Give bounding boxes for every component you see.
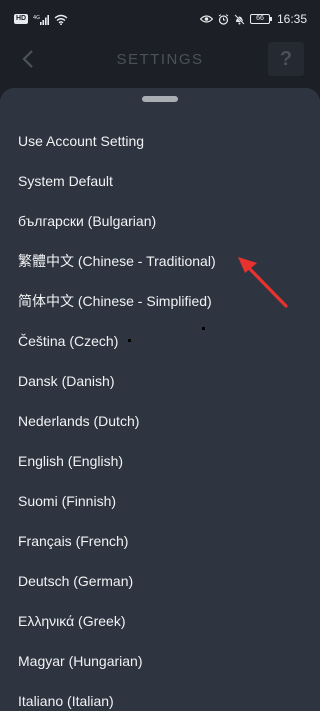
- language-option-hungarian[interactable]: Magyar (Hungarian): [0, 641, 320, 681]
- language-option-german[interactable]: Deutsch (German): [0, 561, 320, 601]
- language-label: Dansk (Danish): [18, 373, 115, 389]
- language-option-finnish[interactable]: Suomi (Finnish): [0, 481, 320, 521]
- app-bar: SETTINGS ?: [0, 38, 320, 80]
- drag-handle[interactable]: [142, 96, 178, 102]
- language-option-czech[interactable]: Čeština (Czech): [0, 321, 320, 361]
- language-label: Italiano (Italian): [18, 693, 114, 709]
- language-sheet: Use Account Setting System Default бълга…: [0, 88, 320, 711]
- language-option-french[interactable]: Français (French): [0, 521, 320, 561]
- language-option-dutch[interactable]: Nederlands (Dutch): [0, 401, 320, 441]
- chevron-left-icon: [22, 50, 33, 68]
- status-right: 66 16:35: [199, 12, 307, 26]
- battery-indicator: 66: [249, 14, 272, 24]
- hd-badge: HD: [14, 14, 29, 24]
- language-option-english[interactable]: English (English): [0, 441, 320, 481]
- language-label: English (English): [18, 453, 124, 469]
- language-label: Nederlands (Dutch): [18, 413, 140, 429]
- language-option-italian[interactable]: Italiano (Italian): [0, 681, 320, 711]
- language-option-account[interactable]: Use Account Setting: [0, 121, 320, 161]
- stray-dot: [128, 339, 131, 342]
- clock: 16:35: [276, 12, 307, 26]
- language-label: Magyar (Hungarian): [18, 653, 143, 669]
- language-label: Suomi (Finnish): [18, 493, 117, 509]
- language-label: български (Bulgarian): [18, 213, 157, 229]
- red-arrow-icon: [238, 257, 288, 308]
- svg-text:4G: 4G: [33, 15, 40, 21]
- screen: HD 4G 66 16:35 SETTINGS ? Use Account Se…: [0, 0, 320, 711]
- language-label: Deutsch (German): [18, 573, 134, 589]
- language-list: Use Account Setting System Default бълга…: [0, 121, 320, 711]
- alarm-icon: [218, 13, 229, 25]
- language-option-system[interactable]: System Default: [0, 161, 320, 201]
- help-button[interactable]: ?: [268, 42, 304, 76]
- language-label: Use Account Setting: [18, 133, 145, 149]
- bell-muted-icon: [234, 13, 245, 25]
- language-label: Français (French): [18, 533, 129, 549]
- language-label: Čeština (Czech): [18, 333, 119, 349]
- language-option-greek[interactable]: Ελληνικά (Greek): [0, 601, 320, 641]
- language-label: 繁體中文 (Chinese - Traditional): [18, 253, 216, 269]
- status-left: HD 4G: [14, 14, 68, 25]
- question-mark-icon: ?: [279, 47, 293, 70]
- signal-icon: 4G: [33, 14, 50, 25]
- language-label: Ελληνικά (Greek): [18, 613, 126, 629]
- stray-dot: [202, 327, 205, 330]
- page-title: SETTINGS: [116, 50, 204, 68]
- language-label: 简体中文 (Chinese - Simplified): [18, 293, 212, 309]
- status-bar: HD 4G 66 16:35: [0, 0, 320, 38]
- language-option-danish[interactable]: Dansk (Danish): [0, 361, 320, 401]
- language-label: System Default: [18, 173, 113, 189]
- eye-icon: [199, 15, 213, 23]
- language-option-bulgarian[interactable]: български (Bulgarian): [0, 201, 320, 241]
- back-button[interactable]: [16, 46, 40, 72]
- wifi-icon: [54, 14, 68, 25]
